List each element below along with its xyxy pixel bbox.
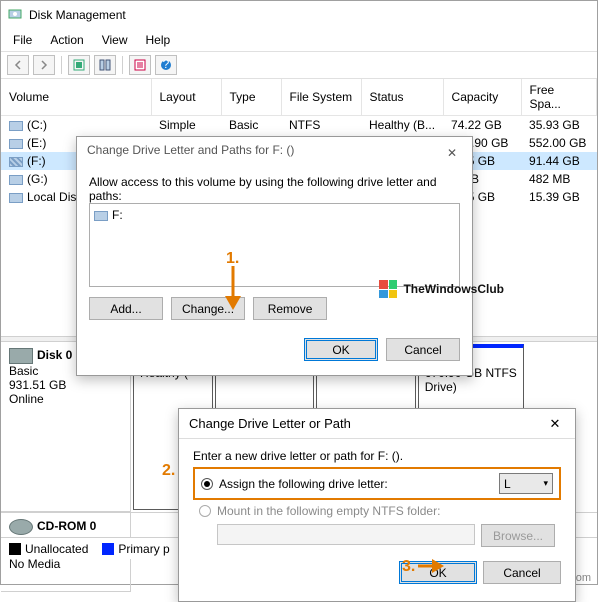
menu-view[interactable]: View	[94, 31, 136, 49]
window-title: Disk Management	[29, 8, 126, 22]
mount-path-input	[217, 524, 475, 545]
menu-action[interactable]: Action	[42, 31, 91, 49]
drive-letter-value: L	[504, 477, 511, 491]
cdrom-state: No Media	[9, 557, 122, 571]
col-fs[interactable]: File System	[281, 79, 361, 116]
menubar: File Action View Help	[1, 29, 597, 51]
annotation-2: 2.	[162, 462, 175, 480]
paths-entry[interactable]: F:	[112, 208, 123, 222]
chevron-down-icon: ▾	[543, 478, 548, 489]
ok-button[interactable]: OK	[304, 338, 378, 361]
drive-letter-combo[interactable]: L ▾	[499, 473, 553, 494]
volume-icon	[9, 139, 23, 149]
radio-mount-folder[interactable]	[199, 505, 211, 517]
volume-icon	[9, 193, 23, 203]
close-icon[interactable]: ✕	[545, 414, 565, 434]
menu-file[interactable]: File	[5, 31, 40, 49]
hdd-icon	[9, 348, 33, 364]
remove-button[interactable]: Remove	[253, 297, 327, 320]
col-layout[interactable]: Layout	[151, 79, 221, 116]
legend-unalloc: Unallocated	[25, 542, 88, 556]
dialog1-prompt: Allow access to this volume by using the…	[89, 175, 460, 203]
toolbar: ?	[1, 51, 597, 79]
col-free[interactable]: Free Spa...	[521, 79, 596, 116]
arrow-icon	[418, 556, 448, 576]
disk-icon	[7, 6, 23, 25]
disk0-state: Online	[9, 392, 122, 406]
add-button[interactable]: Add...	[89, 297, 163, 320]
swatch-unalloc	[9, 543, 21, 555]
windows-flag-icon	[379, 280, 397, 298]
col-capacity[interactable]: Capacity	[443, 79, 521, 116]
col-volume[interactable]: Volume	[1, 79, 151, 116]
titlebar: Disk Management	[1, 1, 597, 29]
radio-assign-letter[interactable]	[201, 478, 213, 490]
disk0-title: Disk 0	[37, 348, 72, 362]
help-icon[interactable]: ?	[155, 55, 177, 75]
annotation-3: 3.	[402, 558, 415, 576]
watermark: TheWindowsClub	[379, 280, 504, 298]
back-icon[interactable]	[7, 55, 29, 75]
col-type[interactable]: Type	[221, 79, 281, 116]
disk0-size: 931.51 GB	[9, 378, 122, 392]
col-status[interactable]: Status	[361, 79, 443, 116]
opt-assign-label: Assign the following drive letter:	[219, 477, 388, 491]
change-paths-dialog: Change Drive Letter and Paths for F: () …	[76, 136, 473, 376]
change-letter-dialog: Change Drive Letter or Path ✕ Enter a ne…	[178, 408, 576, 602]
svg-text:?: ?	[163, 59, 170, 71]
menu-help[interactable]: Help	[138, 31, 179, 49]
cancel-button[interactable]: Cancel	[386, 338, 460, 361]
browse-button: Browse...	[481, 524, 555, 547]
cdrom-icon	[9, 519, 33, 535]
volume-icon	[9, 157, 23, 167]
cancel-button[interactable]: Cancel	[483, 561, 561, 584]
arrow-icon	[218, 266, 248, 316]
swatch-primary	[102, 543, 114, 555]
table-row[interactable]: (C:)SimpleBasicNTFSHealthy (B...74.22 GB…	[1, 116, 597, 135]
paths-listbox[interactable]: F:	[89, 203, 460, 287]
forward-icon[interactable]	[33, 55, 55, 75]
opt-mount-label: Mount in the following empty NTFS folder…	[217, 504, 440, 518]
volume-icon	[9, 175, 23, 185]
close-icon[interactable]: ✕	[442, 143, 462, 163]
properties-icon[interactable]	[129, 55, 151, 75]
dialog2-prompt: Enter a new drive letter or path for F: …	[193, 449, 561, 463]
drive-icon	[94, 211, 108, 221]
cdrom-title: CD-ROM 0	[37, 519, 96, 533]
dialog1-title: Change Drive Letter and Paths for F: ()	[87, 143, 294, 163]
dialog2-title: Change Drive Letter or Path	[189, 416, 351, 431]
legend-primary: Primary p	[118, 542, 169, 556]
volume-icon	[9, 121, 23, 131]
refresh-icon[interactable]	[68, 55, 90, 75]
views-icon[interactable]	[94, 55, 116, 75]
